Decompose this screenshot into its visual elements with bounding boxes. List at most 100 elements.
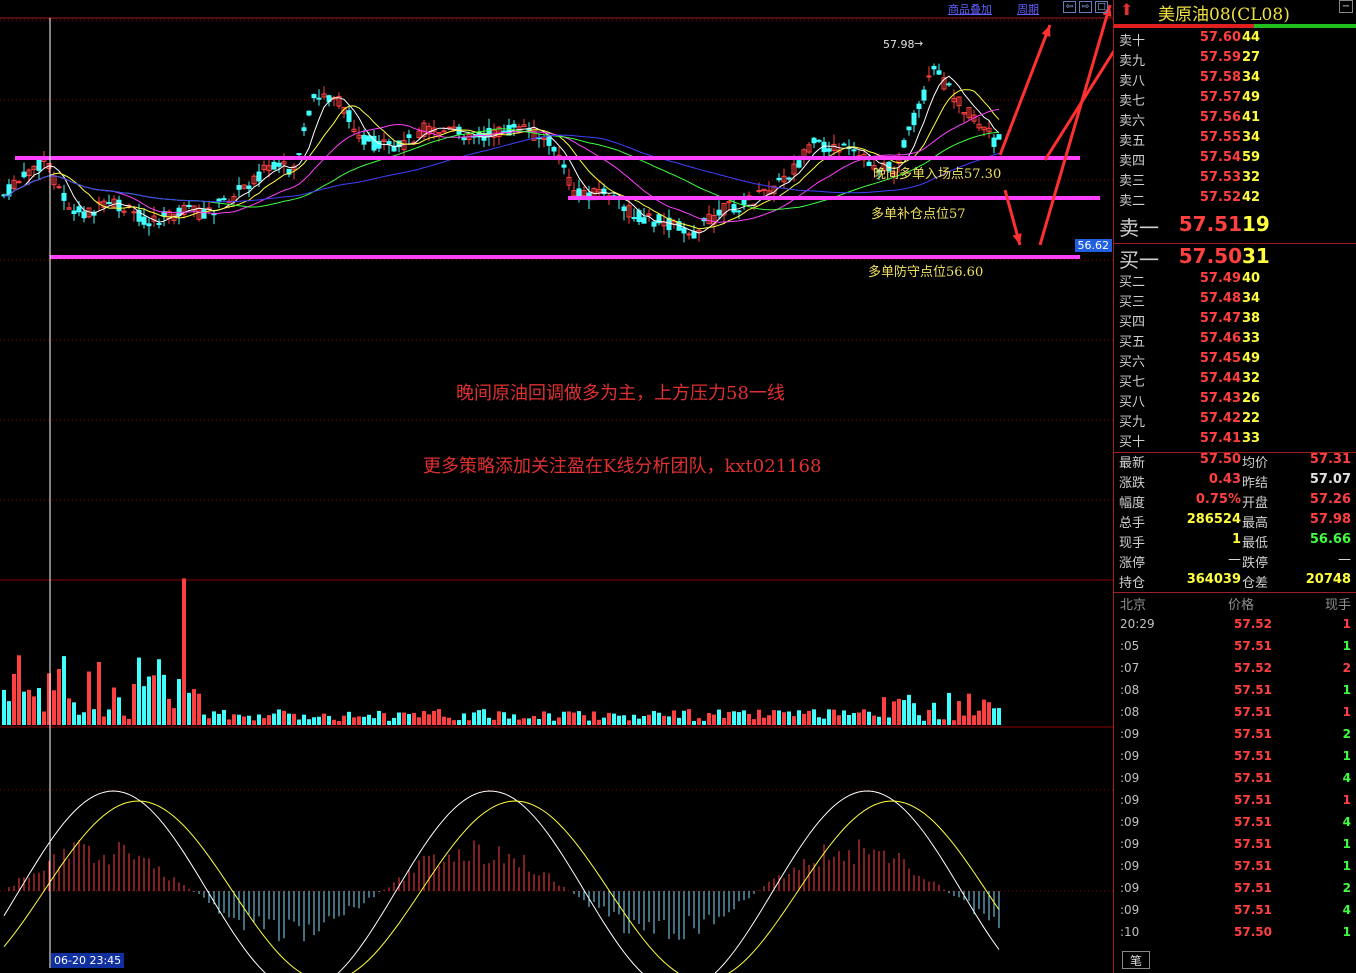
ask-row[interactable]: 卖五 57.55 34 (1114, 130, 1356, 150)
tick-time: :08 (1120, 705, 1140, 719)
fullscreen-icon[interactable]: □ (1095, 1, 1108, 13)
bid-row[interactable]: 买二 57.49 40 (1114, 271, 1356, 291)
bid-row[interactable]: 买七 57.44 32 (1114, 371, 1356, 391)
bid-price: 57.48 (1199, 291, 1241, 306)
candle-body (366, 135, 372, 142)
ask-volume: 49 (1242, 90, 1261, 105)
volume-bar (22, 691, 26, 725)
ask-label: 卖三 (1119, 174, 1146, 189)
ask-volume: 32 (1242, 170, 1261, 185)
volume-bar (287, 713, 291, 725)
ask-row[interactable]: 卖一 57.51 19 (1114, 212, 1356, 240)
volume-bar (757, 709, 761, 725)
ask-row[interactable]: 卖九 57.59 27 (1114, 50, 1356, 70)
volume-bar (972, 715, 976, 725)
bid-row[interactable]: 买五 57.46 33 (1114, 331, 1356, 351)
volume-bar (562, 711, 566, 725)
volume-bar (807, 710, 811, 725)
bid-row[interactable]: 买四 57.47 38 (1114, 311, 1356, 331)
volume-bar (712, 714, 716, 725)
period-link[interactable]: 周期 (1017, 1, 1039, 17)
volume-bar (602, 717, 606, 725)
bid-row[interactable]: 买三 57.48 34 (1114, 291, 1356, 311)
bid-price: 57.42 (1199, 411, 1241, 426)
volume-bar (127, 718, 131, 725)
volume-bar (557, 717, 561, 725)
tick-time: :09 (1120, 793, 1140, 807)
volume-bar (622, 715, 626, 725)
bid-row[interactable]: 买九 57.42 22 (1114, 411, 1356, 431)
volume-bar (502, 712, 506, 725)
ask-price: 57.55 (1199, 130, 1241, 145)
promo-annotation: 更多策略添加关注盈在K线分析团队，kxt021168 (423, 456, 822, 477)
bid-row[interactable]: 买一 57.50 31 (1114, 244, 1356, 272)
stat-label: 幅度 (1119, 496, 1146, 511)
bid-row[interactable]: 买六 57.45 49 (1114, 351, 1356, 371)
stats-row: 持仓 364039 仓差 20748 (1114, 572, 1356, 592)
bid-row[interactable]: 买十 57.41 33 (1114, 431, 1356, 451)
volume-bar (782, 712, 786, 725)
volume-bar (952, 720, 956, 725)
tick-time: :09 (1120, 749, 1140, 763)
volume-bar (92, 709, 96, 725)
tick-row: :08 57.51 1 (1114, 705, 1356, 727)
volume-bar (632, 714, 636, 725)
ask-row[interactable]: 卖六 57.56 41 (1114, 110, 1356, 130)
volume-bar (967, 693, 971, 725)
kline-chart[interactable] (0, 0, 1113, 973)
ask-volume: 34 (1242, 70, 1261, 85)
scroll-right-icon[interactable]: ⇨ (1079, 1, 1092, 13)
volume-bar (742, 710, 746, 725)
scroll-left-icon[interactable]: ⇦ (1063, 1, 1076, 13)
volume-bar (897, 698, 901, 725)
volume-bar (102, 716, 106, 725)
stat-value: 286524 (1186, 512, 1241, 527)
ask-volume: 34 (1242, 130, 1261, 145)
bid-volume: 26 (1242, 391, 1261, 406)
candle-body (256, 171, 262, 182)
ask-row[interactable]: 卖十 57.60 44 (1114, 30, 1356, 50)
candle-body (36, 157, 42, 171)
chart-area[interactable]: 商品叠加 周期 ⇦ ⇨ □ 57.98 → 56.62 晚间多单入场点57.30… (0, 0, 1113, 973)
tick-price: 57.50 (1234, 925, 1272, 939)
candle-body (221, 198, 227, 201)
volume-bar (692, 720, 696, 725)
volume-bar (187, 692, 191, 725)
tick-price: 57.51 (1234, 881, 1272, 895)
ask-row[interactable]: 卖八 57.58 34 (1114, 70, 1356, 90)
volume-bar (597, 719, 601, 725)
bid-price: 57.46 (1199, 331, 1241, 346)
tick-time: :07 (1120, 661, 1140, 675)
ask-row[interactable]: 卖二 57.52 42 (1114, 190, 1356, 210)
candle-body (461, 137, 467, 141)
volume-bar (857, 712, 861, 725)
candle-body (21, 171, 27, 178)
ask-row[interactable]: 卖七 57.57 49 (1114, 90, 1356, 110)
entry-annotation: 晚间多单入场点57.30 (873, 167, 1002, 182)
candle-body (621, 206, 627, 211)
candle-body (946, 83, 952, 86)
candle-body (216, 198, 222, 202)
macd-dif-line (3, 790, 1000, 973)
volume-bar (707, 712, 711, 725)
volume-bar (962, 715, 966, 725)
volume-bar (242, 716, 246, 725)
candle-body (916, 103, 922, 110)
candle-body (106, 201, 112, 204)
candle-body (76, 206, 82, 213)
ask-row[interactable]: 卖四 57.54 59 (1114, 150, 1356, 170)
volume-bar (307, 719, 311, 725)
bid-row[interactable]: 买八 57.43 26 (1114, 391, 1356, 411)
candle-body (186, 204, 192, 208)
stat-value: 0.75% (1195, 492, 1241, 507)
tab-ticks[interactable]: 笔 (1122, 951, 1150, 969)
volume-bar (177, 679, 181, 725)
tick-price: 57.51 (1234, 837, 1272, 851)
volume-bar (37, 688, 41, 725)
volume-bar (347, 711, 351, 725)
candle-body (641, 217, 647, 224)
close-icon[interactable]: − (1339, 0, 1353, 13)
ask-row[interactable]: 卖三 57.53 32 (1114, 170, 1356, 190)
overlay-link[interactable]: 商品叠加 (948, 1, 992, 17)
volume-bar (267, 715, 271, 725)
